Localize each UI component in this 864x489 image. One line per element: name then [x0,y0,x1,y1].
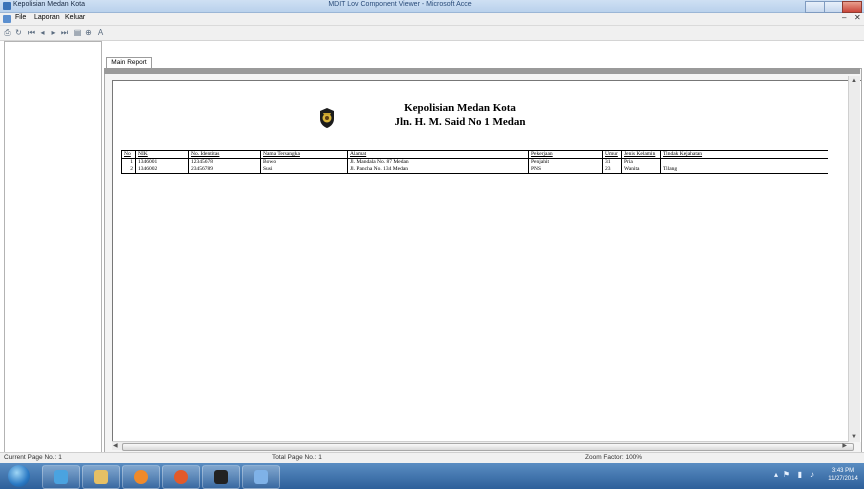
cell-alamat: Jl. Mandala No. 87 Medan [347,158,529,166]
cell-umur: 23 [602,166,622,174]
ie-icon [54,470,68,484]
cell-nama: Susi [260,166,348,174]
horizontal-scroll-thumb[interactable] [122,443,854,451]
viewer-top-strip [104,68,860,74]
cell-no-identitas: 23456789 [188,166,261,174]
taskbar-app-user[interactable] [202,465,240,489]
close-button[interactable] [842,1,863,13]
table-row: 2 1346002 23456789 Susi Jl. Pancha No. 1… [121,166,828,174]
explorer-icon [94,470,108,484]
table-header-row: No NIK No. Identitas Nama Tersangka Alam… [121,150,828,159]
first-page-icon[interactable]: ⏮ [27,28,36,37]
report-table: No NIK No. Identitas Nama Tersangka Alam… [121,150,828,174]
maximize-button[interactable] [823,1,844,13]
col-no: No [121,150,136,159]
vertical-scrollbar[interactable]: ▲ ▼ [848,76,860,442]
window-center-title: MDIT Lov Component Viewer - Microsoft Ac… [328,1,472,8]
export-icon[interactable]: ▤ [73,28,82,37]
total-page-status: Total Page No.: 1 [272,454,322,461]
cell-nik: 1346001 [135,158,189,166]
horizontal-scrollbar[interactable]: ◀ ▶ [112,441,854,451]
scroll-right-icon[interactable]: ▶ [842,442,847,449]
police-logo-icon [320,108,334,128]
tray-date: 11/27/2014 [828,476,858,482]
taskbar-media[interactable] [122,465,160,489]
flag-icon[interactable]: ⚑ [783,470,790,479]
menu-file[interactable]: File [15,14,26,21]
viewer-toolbar: ⎙ ↻ ⏮ ◂ ▸ ⏭ ▤ ⊕ A [0,26,864,41]
group-tree-panel[interactable] [4,41,102,453]
prev-page-icon[interactable]: ◂ [38,28,47,37]
tray-time: 3:43 PM [831,468,855,474]
col-tindak-kejahatan: Tindak Kejahatan [660,150,828,159]
start-icon[interactable] [8,465,30,487]
cell-pekerjaan: Penjahit [528,158,603,166]
print-icon[interactable]: ⎙ [3,28,12,37]
cell-jenis-kelamin: Wanita [621,166,661,174]
menu-keluar[interactable]: Keluar [65,14,85,21]
vb-icon [254,470,268,484]
col-no-identitas: No. Identitas [188,150,261,159]
table-row: 1 1346001 12345678 Bowo Jl. Mandala No. … [121,158,828,166]
media-player-icon [134,470,148,484]
menu-bar: File Laporan Keluar – ✕ [0,13,864,26]
mdi-minimize-button[interactable]: – [842,13,846,22]
col-alamat: Alamat [347,150,529,159]
language-icon[interactable]: ▴ [774,470,778,479]
cell-no: 1 [121,158,136,166]
window-controls [805,1,863,13]
next-page-icon[interactable]: ▸ [49,28,58,37]
cell-alamat: Jl. Pancha No. 134 Medan [347,166,529,174]
col-nik: NIK [135,150,189,159]
taskbar-firefox[interactable] [162,465,200,489]
scroll-down-icon[interactable]: ▼ [851,434,857,440]
title-bar: Kepolisian Medan Kota MDIT Lov Component… [0,0,864,13]
report-title-line2: Jln. H. M. Said No 1 Medan [394,116,526,128]
cell-nama: Bowo [260,158,348,166]
minimize-button[interactable] [805,1,825,13]
scroll-up-icon[interactable]: ▲ [851,78,857,84]
mdi-child-icon [3,15,11,23]
taskbar-vb[interactable] [242,465,280,489]
cell-tindak-kejahatan: Tilang [660,166,828,174]
col-umur: Umur [602,150,622,159]
firefox-icon [174,470,188,484]
cell-pekerjaan: PNS [528,166,603,174]
cell-no: 2 [121,166,136,174]
status-bar: Current Page No.: 1 Total Page No.: 1 Zo… [0,452,864,463]
network-icon[interactable]: ▮ [798,470,802,479]
tab-main-report[interactable]: Main Report [106,57,152,68]
volume-icon[interactable]: ♪ [810,470,814,479]
zoom-status: Zoom Factor: 100% [585,454,643,461]
cell-jenis-kelamin: Pria [621,158,661,166]
taskbar-ie[interactable] [42,465,80,489]
cell-no-identitas: 12345678 [188,158,261,166]
current-page-status: Current Page No.: 1 [4,454,62,461]
search-text-icon[interactable]: A [96,28,105,37]
report-app-icon [3,2,11,10]
menu-laporan[interactable]: Laporan [34,14,60,21]
zoom-icon[interactable]: ⊕ [84,28,93,37]
tray-clock[interactable]: 3:43 PM 11/27/2014 [828,467,858,483]
report-page [112,80,861,442]
window-title: Kepolisian Medan Kota [13,1,85,8]
cell-tindak-kejahatan [660,158,828,166]
cell-umur: 31 [602,158,622,166]
last-page-icon[interactable]: ⏭ [60,28,69,37]
taskbar-explorer[interactable] [82,465,120,489]
windows-taskbar: ▴ ⚑ ▮ ♪ 3:43 PM 11/27/2014 [0,463,864,489]
col-jenis-kelamin: Jenis Kelamin [621,150,661,159]
scroll-left-icon[interactable]: ◀ [113,442,118,449]
app-user-icon [214,470,228,484]
mdi-close-button[interactable]: ✕ [854,13,861,22]
col-pekerjaan: Pekerjaan [528,150,603,159]
cell-nik: 1346002 [135,166,189,174]
refresh-icon[interactable]: ↻ [14,28,23,37]
col-nama-tersangka: Nama Tersangka [260,150,348,159]
report-title-line1: Kepolisian Medan Kota [404,102,516,114]
report-header: Kepolisian Medan Kota Jln. H. M. Said No… [360,101,560,129]
